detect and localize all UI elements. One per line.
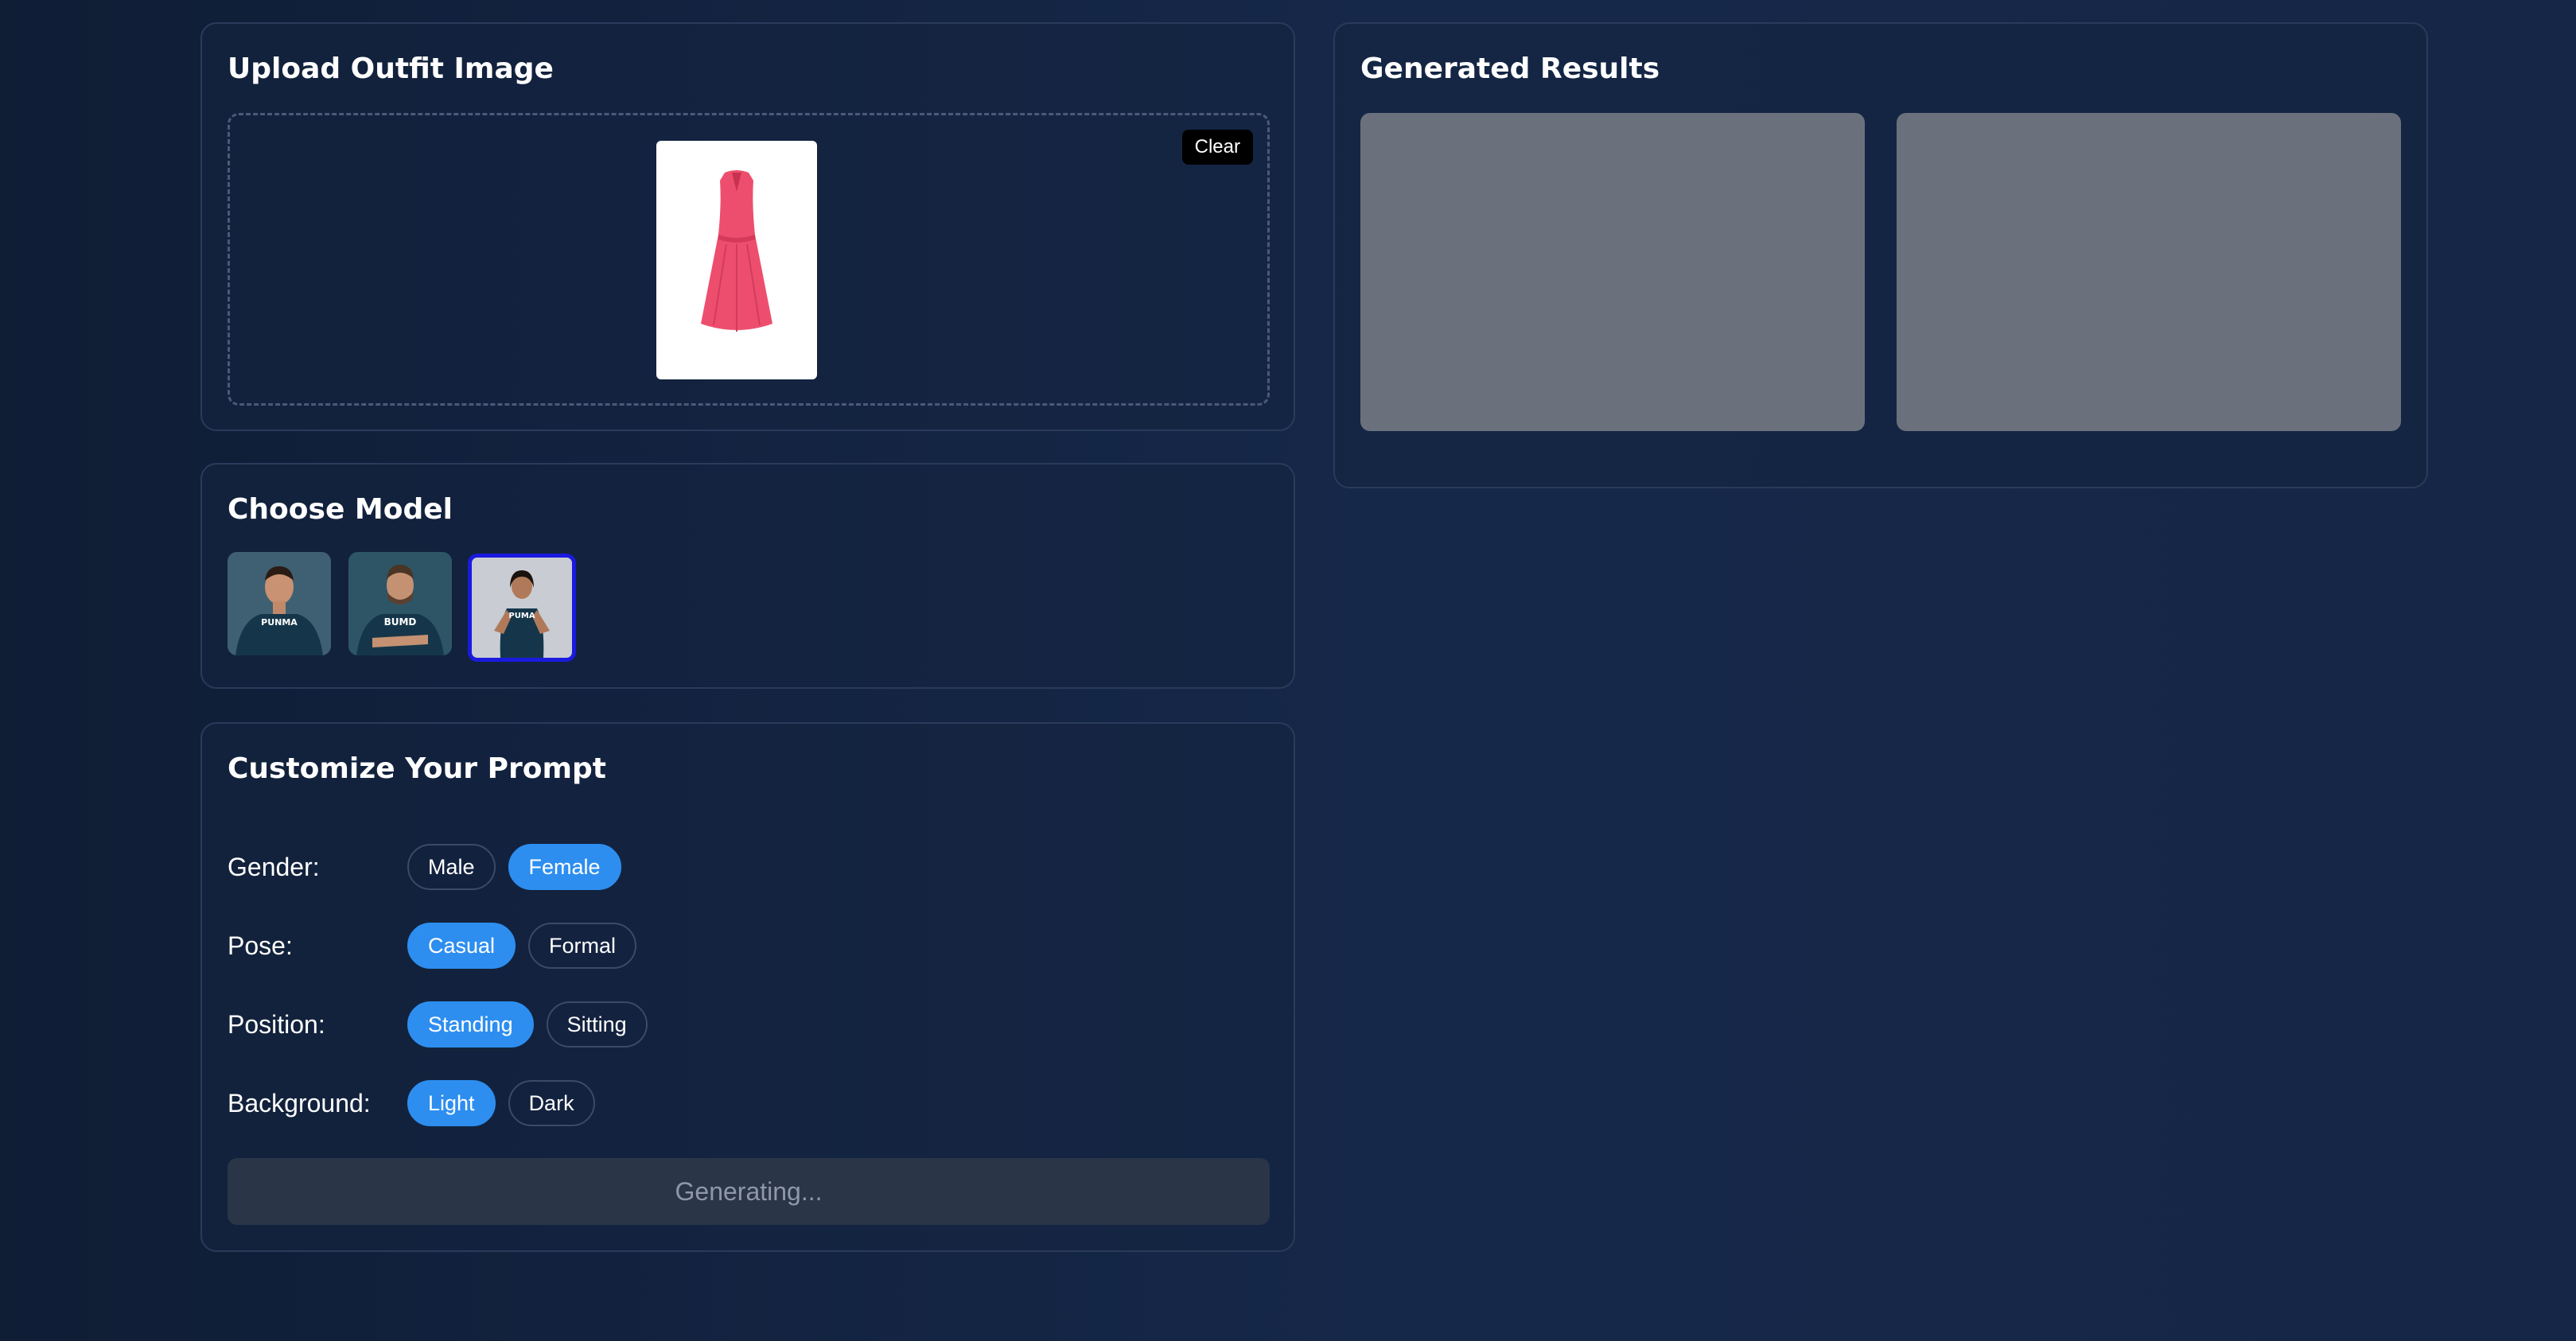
model-2-shirt-text: BUMD bbox=[384, 616, 417, 628]
background-light-chip[interactable]: Light bbox=[407, 1080, 496, 1126]
gender-label: Gender: bbox=[228, 852, 320, 881]
upload-dropzone[interactable]: Clear bbox=[228, 113, 1270, 406]
pose-casual-chip[interactable]: Casual bbox=[407, 923, 516, 969]
model-2-avatar: BUMD bbox=[348, 552, 452, 655]
model-3-shirt-text: PUMA bbox=[508, 612, 535, 620]
clear-button[interactable]: Clear bbox=[1181, 130, 1253, 165]
position-label: Position: bbox=[228, 1009, 325, 1039]
generate-button[interactable]: Generating... bbox=[228, 1158, 1270, 1225]
choose-model-title: Choose Model bbox=[228, 493, 453, 526]
result-placeholder-2 bbox=[1897, 113, 2401, 431]
model-option-2[interactable]: BUMD bbox=[348, 552, 452, 655]
pose-row: Pose: Casual Formal bbox=[228, 922, 649, 970]
result-placeholder-1 bbox=[1360, 113, 1865, 431]
generated-results-title: Generated Results bbox=[1360, 52, 1660, 85]
position-standing-chip[interactable]: Standing bbox=[407, 1001, 534, 1048]
background-dark-chip[interactable]: Dark bbox=[508, 1080, 595, 1126]
outfit-image-preview bbox=[656, 141, 817, 379]
customize-prompt-title: Customize Your Prompt bbox=[228, 752, 606, 785]
dress-image bbox=[701, 170, 772, 332]
gender-row: Gender: Male Female bbox=[228, 843, 634, 891]
choose-model-panel: Choose Model PUNMA BUMD PUMA bbox=[200, 463, 1295, 689]
customize-prompt-panel: Customize Your Prompt Gender: Male Femal… bbox=[200, 722, 1295, 1252]
upload-outfit-panel: Upload Outfit Image Clear bbox=[200, 22, 1295, 431]
model-option-1[interactable]: PUNMA bbox=[228, 552, 331, 655]
gender-female-chip[interactable]: Female bbox=[508, 844, 621, 890]
position-row: Position: Standing Sitting bbox=[228, 1001, 660, 1048]
gender-male-chip[interactable]: Male bbox=[407, 844, 496, 890]
model-1-avatar: PUNMA bbox=[228, 552, 331, 655]
background-label: Background: bbox=[228, 1088, 371, 1118]
background-row: Background: Light Dark bbox=[228, 1079, 608, 1127]
pose-formal-chip[interactable]: Formal bbox=[528, 923, 637, 969]
upload-outfit-title: Upload Outfit Image bbox=[228, 52, 554, 85]
generated-results-panel: Generated Results bbox=[1333, 22, 2428, 488]
model-option-3[interactable]: PUMA bbox=[468, 554, 576, 662]
model-1-shirt-text: PUNMA bbox=[261, 617, 298, 628]
position-sitting-chip[interactable]: Sitting bbox=[546, 1001, 648, 1048]
model-3-avatar: PUMA bbox=[472, 558, 572, 658]
pose-label: Pose: bbox=[228, 931, 293, 960]
